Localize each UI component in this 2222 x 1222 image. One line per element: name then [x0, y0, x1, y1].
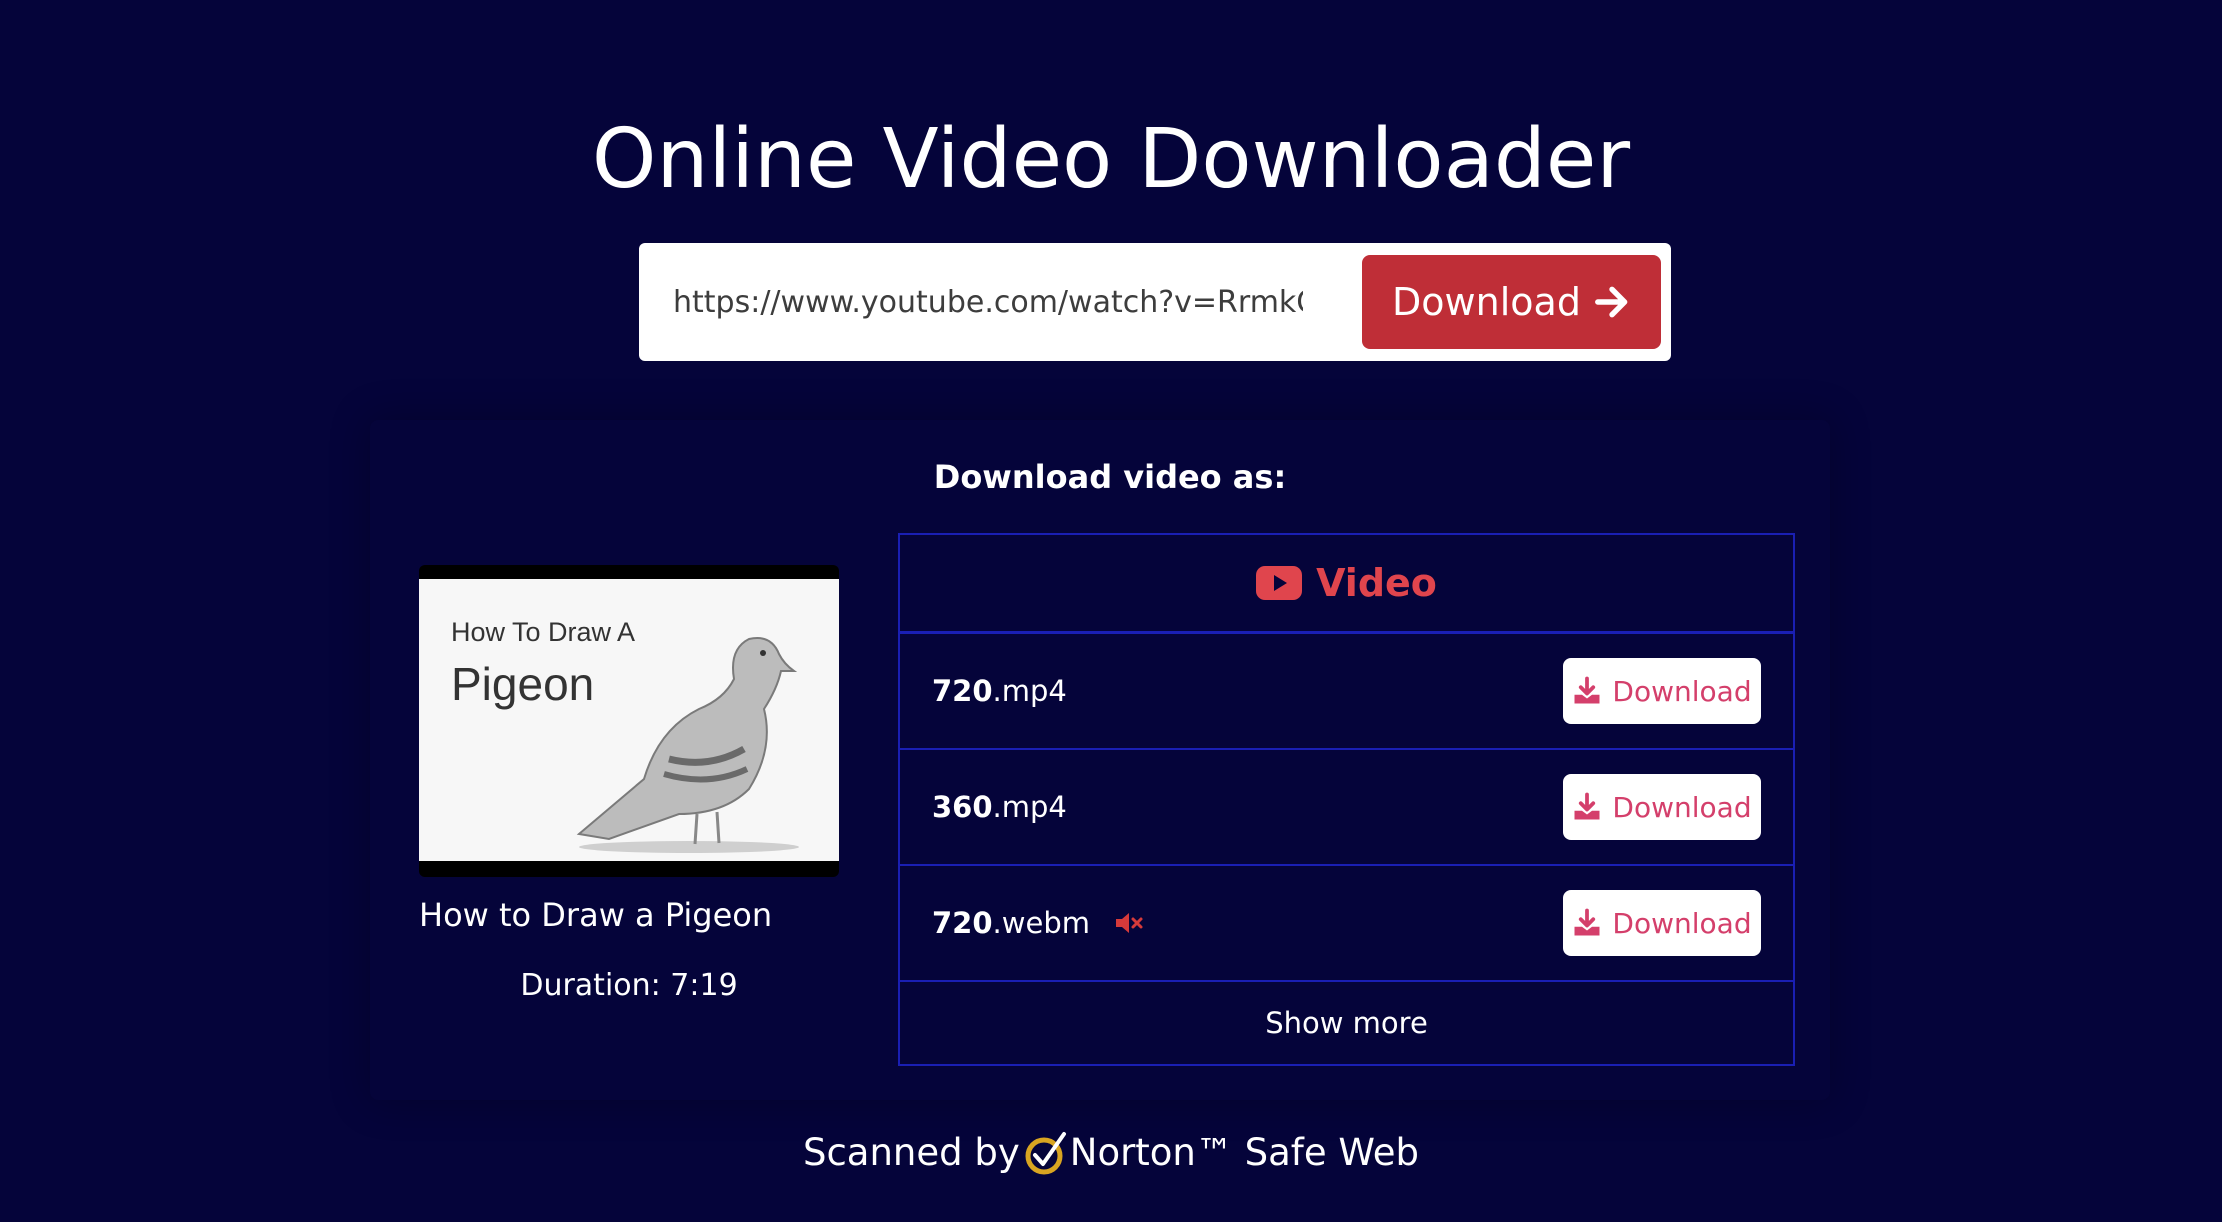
thumbnail-text-line2: Pigeon [451, 658, 595, 710]
video-title: How to Draw a Pigeon [419, 896, 773, 934]
format-download-label: Download [1612, 790, 1752, 824]
format-label: 720 .webm [932, 906, 1144, 940]
show-more-button[interactable]: Show more [900, 982, 1793, 1064]
download-icon [1572, 908, 1602, 938]
arrow-right-icon [1593, 283, 1631, 321]
format-row: 360 .mp4 Download [900, 750, 1793, 866]
formats-header-label: Video [1316, 561, 1437, 605]
url-input[interactable] [673, 263, 1303, 341]
youtube-icon [1256, 566, 1303, 600]
thumbnail-text-line1: How To Draw A [451, 617, 636, 647]
format-ext: .mp4 [992, 674, 1067, 708]
mute-icon [1114, 911, 1144, 935]
search-bar: Download [639, 243, 1671, 361]
format-download-button[interactable]: Download [1563, 658, 1761, 724]
download-button-label: Download [1392, 280, 1581, 324]
format-download-label: Download [1612, 906, 1752, 940]
norton-check-icon [1024, 1128, 1068, 1176]
format-quality: 360 [932, 790, 993, 824]
scanned-by-label: Scanned by [802, 1130, 1020, 1174]
download-button[interactable]: Download [1362, 255, 1661, 349]
format-label: 360 .mp4 [932, 790, 1067, 824]
download-icon [1572, 676, 1602, 706]
footer: Scanned by Norton™ Safe Web [0, 1128, 2222, 1176]
format-row: 720 .mp4 Download [900, 634, 1793, 750]
formats-table: Video 720 .mp4 Download 360 .mp4 Downloa… [898, 533, 1795, 1066]
format-row: 720 .webm Download [900, 866, 1793, 982]
norton-label: Norton™ Safe Web [1069, 1130, 1420, 1174]
format-download-label: Download [1612, 674, 1752, 708]
format-label: 720 .mp4 [932, 674, 1067, 708]
formats-header: Video [900, 535, 1793, 634]
format-download-button[interactable]: Download [1563, 774, 1761, 840]
format-quality: 720 [932, 906, 993, 940]
download-icon [1572, 792, 1602, 822]
download-as-heading: Download video as: [933, 458, 1287, 496]
page-title: Online Video Downloader [591, 112, 1631, 207]
format-ext: .webm [992, 906, 1090, 940]
thumbnail-image: How To Draw A Pigeon [419, 579, 839, 861]
video-duration: Duration: 7:19 [520, 968, 738, 1003]
format-quality: 720 [932, 674, 993, 708]
format-ext: .mp4 [992, 790, 1067, 824]
video-thumbnail: How To Draw A Pigeon [419, 565, 839, 877]
format-download-button[interactable]: Download [1563, 890, 1761, 956]
